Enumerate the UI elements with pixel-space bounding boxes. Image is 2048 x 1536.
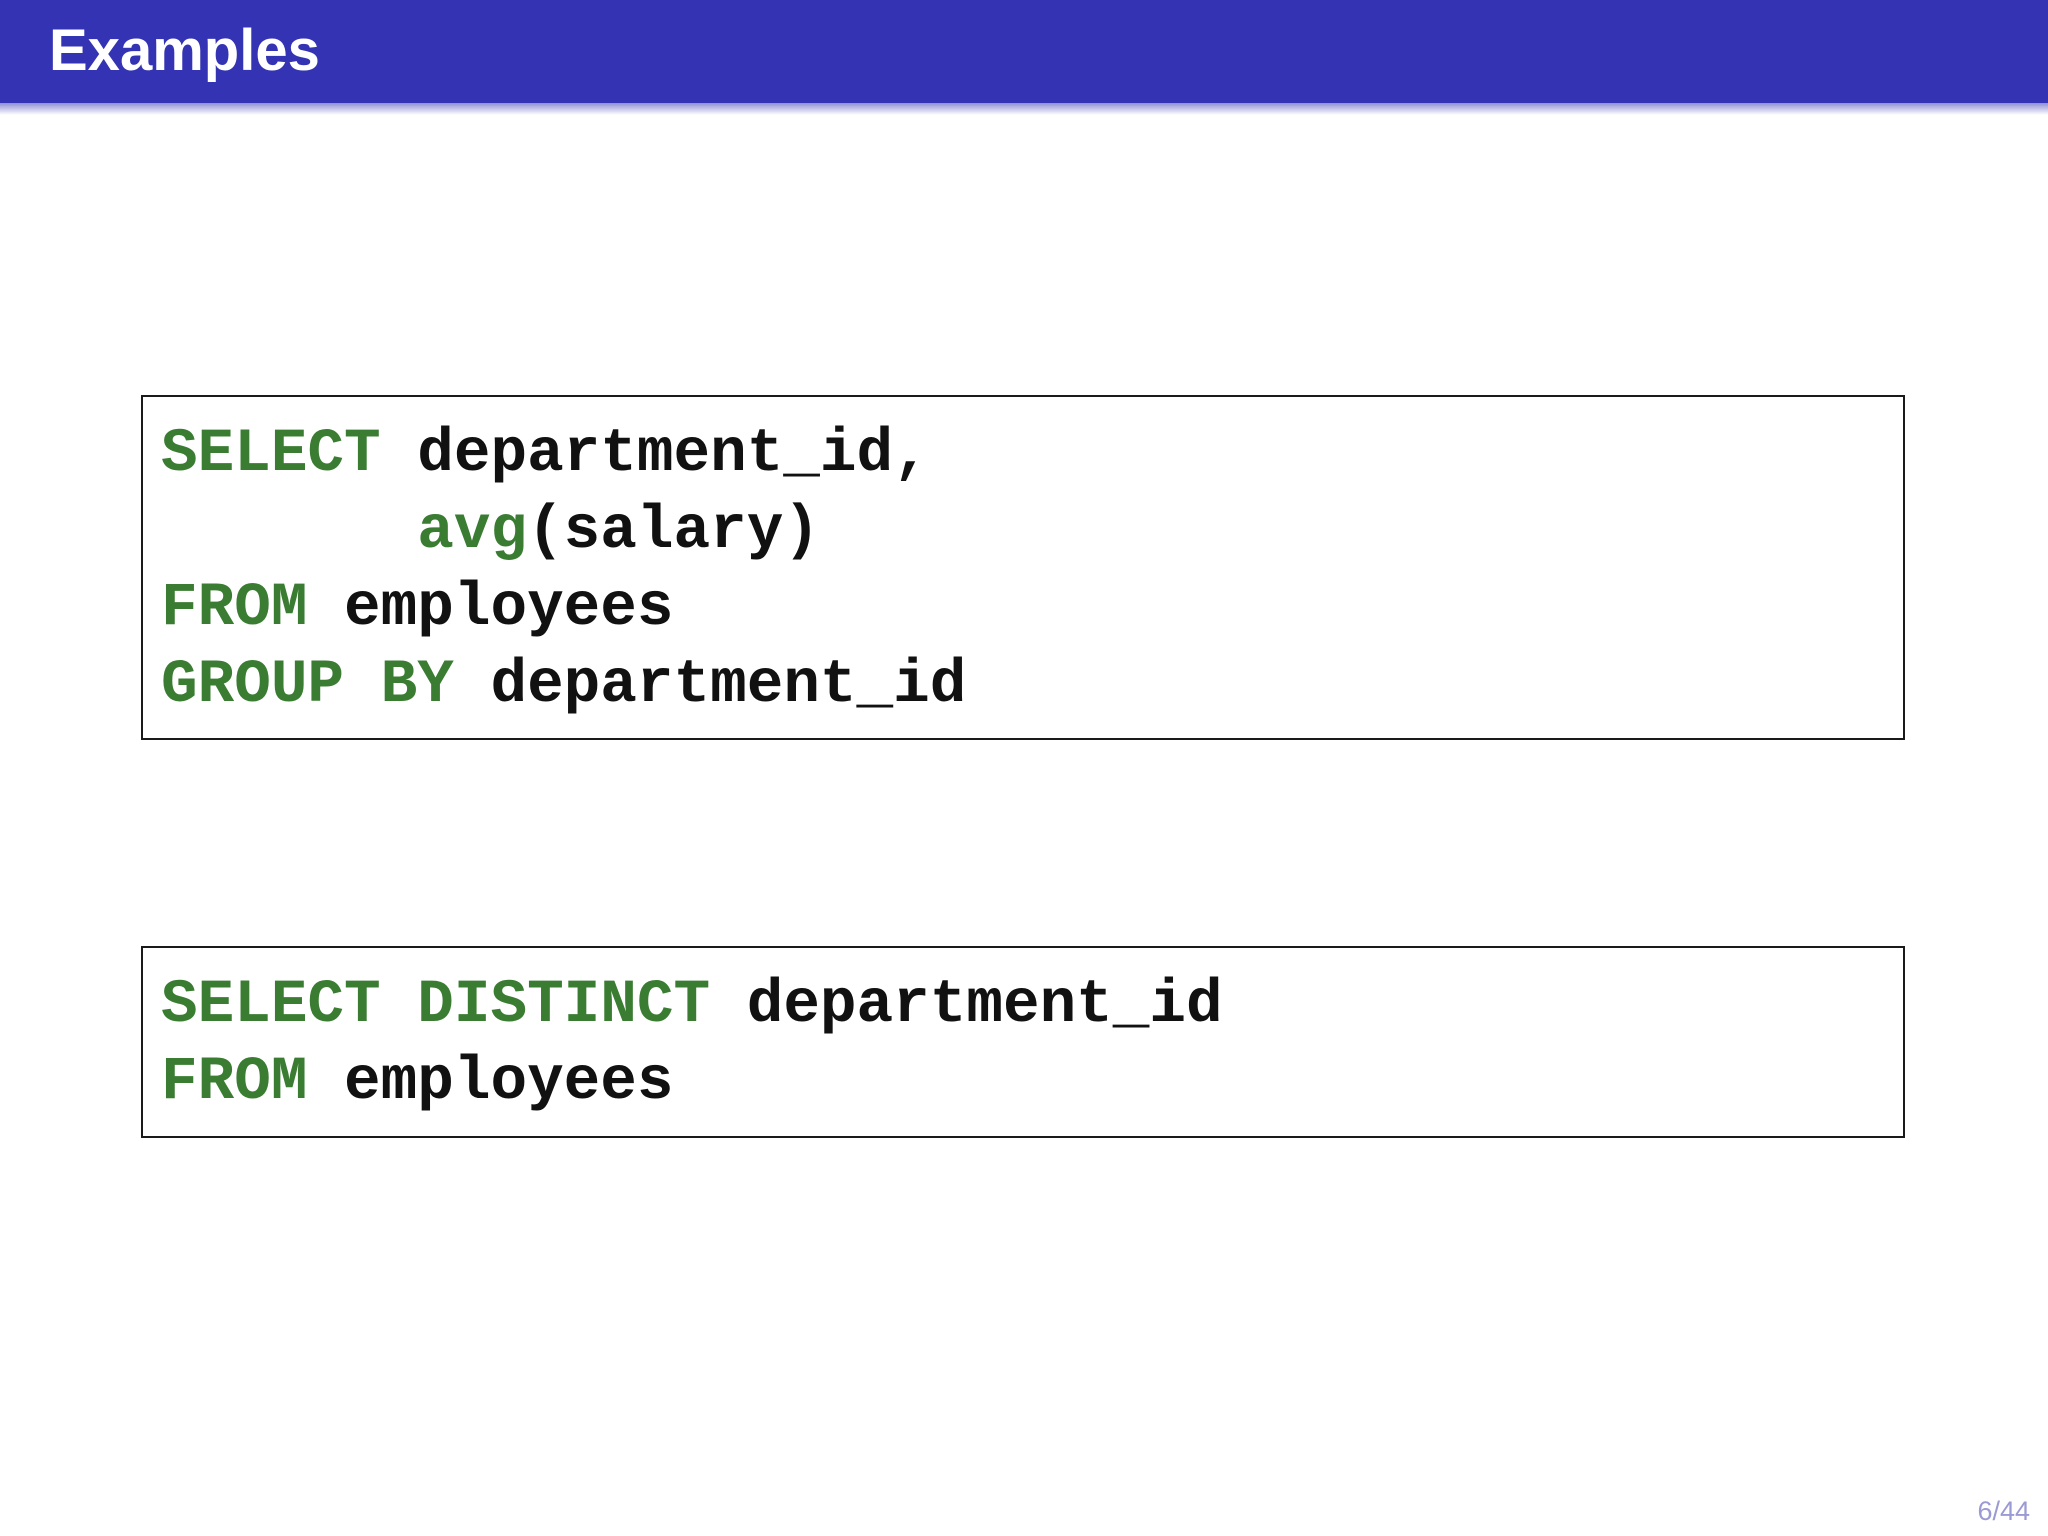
sql-text: (salary) [527,497,820,566]
sql-text: department_id [710,971,1223,1040]
sql-keyword: BY [380,651,454,720]
code-line: SELECT DISTINCT department_id [161,967,1223,1044]
sql-function: avg [417,497,528,566]
code-line: FROM employees [161,1044,674,1121]
sql-text: employees [307,574,674,643]
code-line: SELECT department_id, [161,416,930,493]
sql-keyword: FROM [161,1048,308,1117]
code-block-group-by: SELECT department_id, avg(salary) FROM e… [141,395,1905,740]
sql-keyword: FROM [161,574,308,643]
sql-text: department_id, [380,420,930,489]
code-line: avg(salary) [161,493,820,570]
sql-keyword: DISTINCT [417,971,711,1040]
code-line: FROM employees [161,570,674,647]
sql-keyword: SELECT [161,420,381,489]
title-bar-shadow [0,103,2048,115]
sql-keyword: SELECT [161,971,381,1040]
sql-text: employees [307,1048,674,1117]
slide-title: Examples [49,18,320,83]
code-block-distinct: SELECT DISTINCT department_id FROM emplo… [141,946,1905,1138]
sql-keyword: GROUP [161,651,345,720]
page-number: 6/44 [1977,1496,2030,1526]
slide: Examples SELECT department_id, avg(salar… [0,0,2048,1536]
code-line: GROUP BY department_id [161,647,966,724]
sql-text: department_id [453,651,967,720]
